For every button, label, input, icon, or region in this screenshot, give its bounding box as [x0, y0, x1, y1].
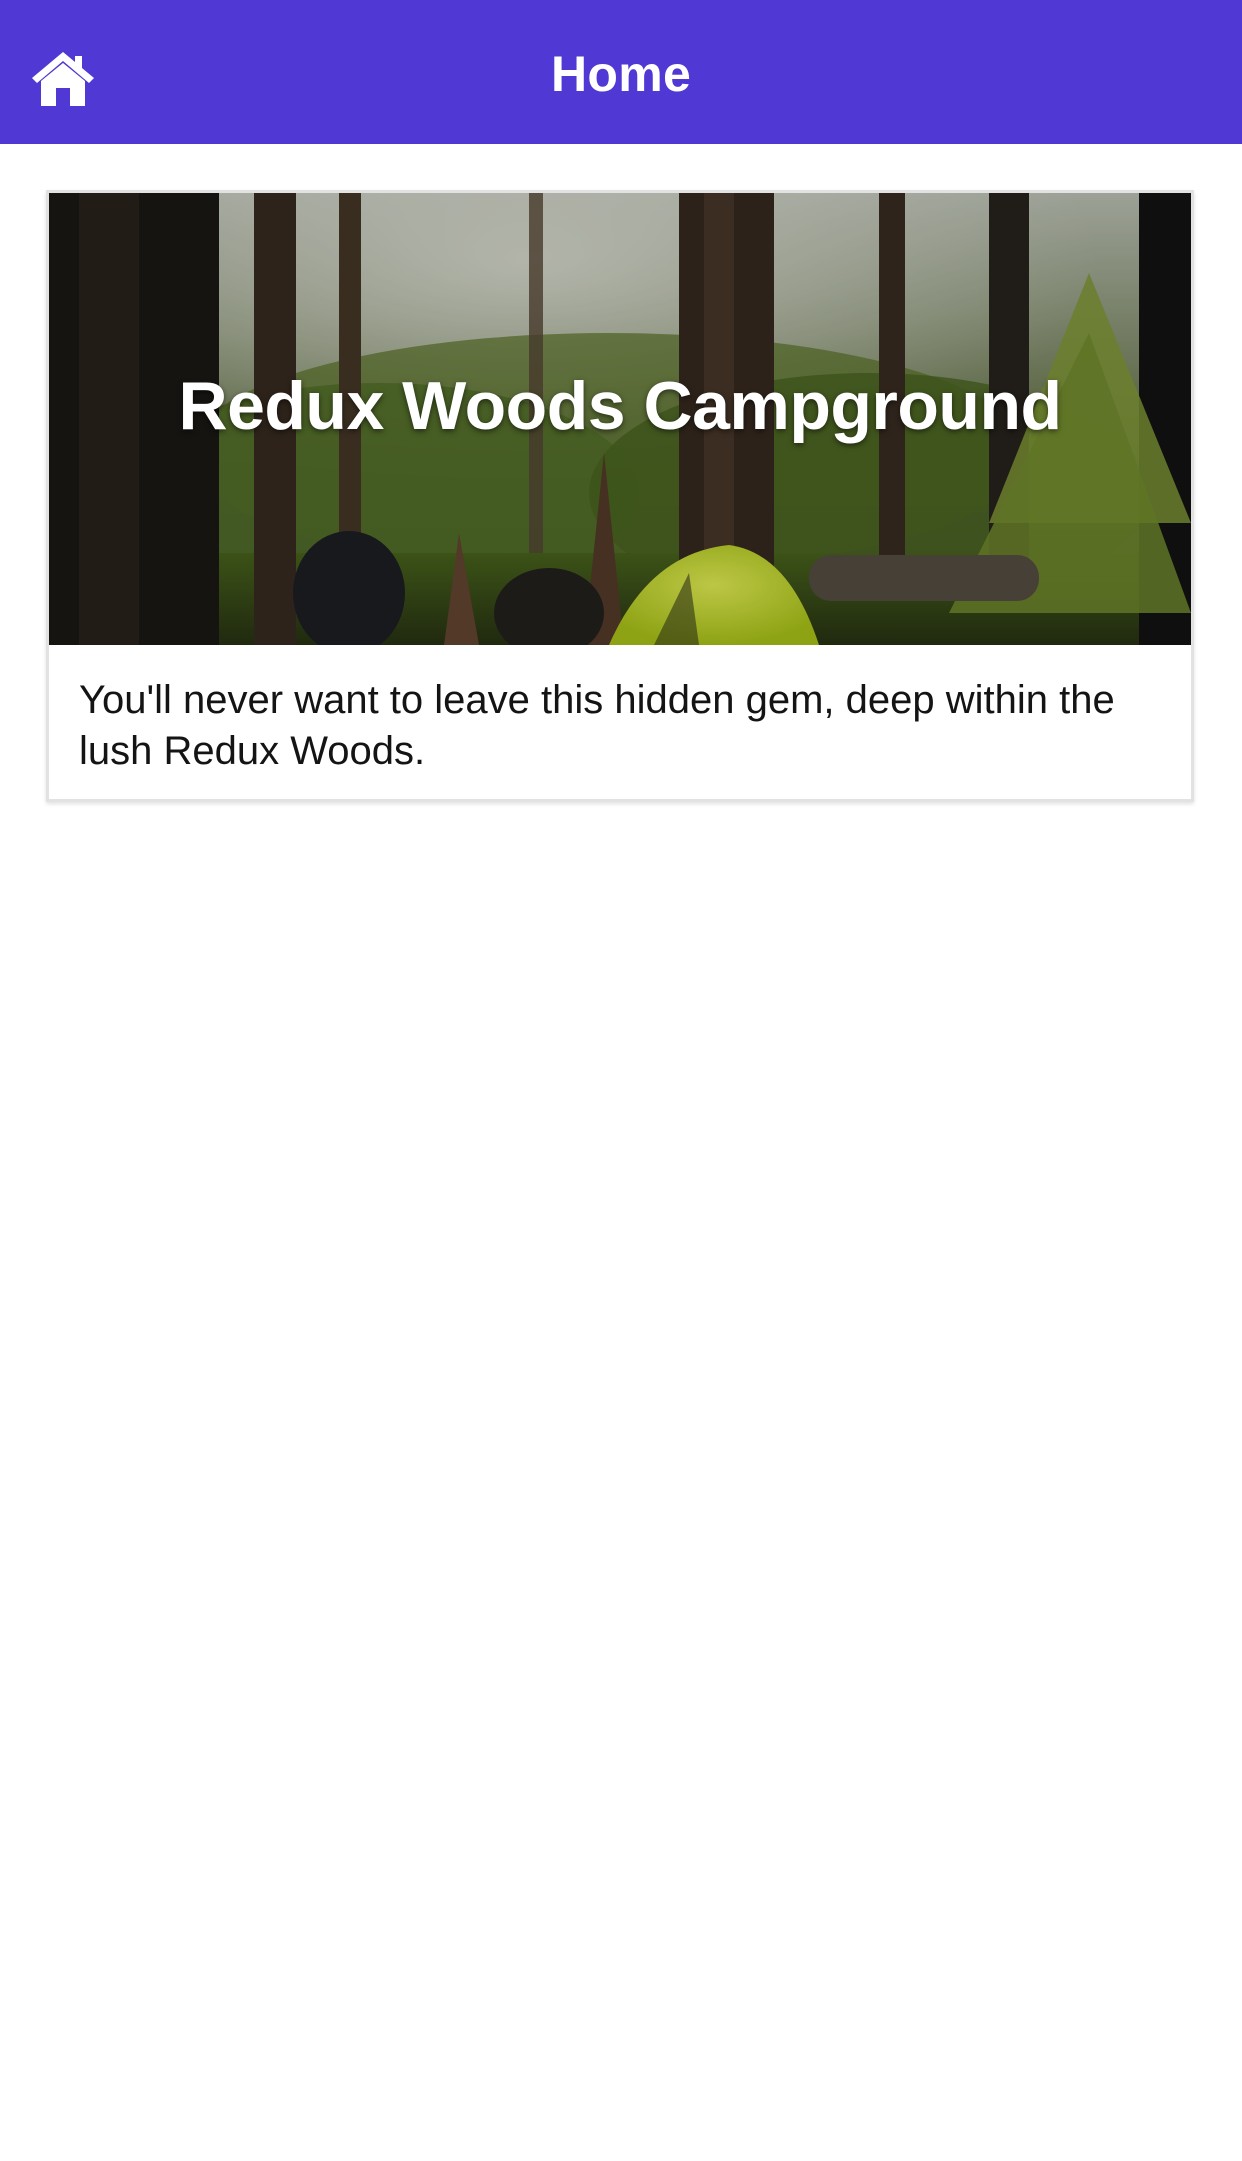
- app-header: Home: [0, 0, 1242, 144]
- campground-card[interactable]: Redux Woods Campground You'll never want…: [46, 190, 1194, 802]
- campground-image: Redux Woods Campground: [49, 193, 1191, 645]
- campground-description: You'll never want to leave this hidden g…: [79, 678, 1115, 773]
- page-title: Home: [550, 46, 692, 102]
- home-button[interactable]: [30, 50, 96, 106]
- home-icon: [32, 52, 94, 106]
- campground-name: Redux Woods Campground: [178, 368, 1062, 444]
